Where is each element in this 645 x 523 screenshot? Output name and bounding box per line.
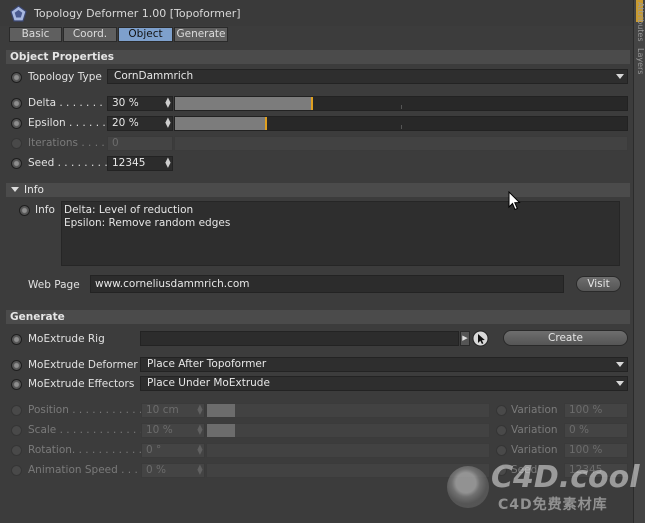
epsilon-slider-fill	[175, 117, 265, 130]
topology-deformer-icon	[10, 5, 27, 22]
section-object-properties[interactable]: Object Properties	[6, 50, 630, 64]
visit-button[interactable]: Visit	[576, 276, 621, 292]
position-stepper-icon: ▲ ▼	[197, 403, 203, 416]
position-radio	[11, 405, 22, 416]
delta-stepper-icon[interactable]: ▲ ▼	[165, 97, 171, 109]
watermark-logo-icon	[447, 466, 489, 508]
expand-triangle-icon[interactable]	[11, 187, 19, 192]
create-button[interactable]: Create	[503, 330, 628, 346]
seed-radio[interactable]	[11, 158, 22, 169]
variation-radio	[496, 445, 507, 456]
pick-object-icon[interactable]	[472, 330, 489, 347]
animation-speed-radio	[11, 465, 22, 476]
variation-label: Variation	[511, 424, 558, 436]
topology-type-value: CornDammrich	[114, 70, 194, 82]
position-label: Position . . . . . . . . . . . .	[28, 404, 149, 416]
scale-stepper-icon: ▲ ▼	[197, 423, 203, 436]
watermark-subtitle: C4D免费素材库	[498, 497, 608, 513]
position-slider-fill	[207, 404, 235, 417]
variation-label: Variation	[511, 444, 558, 456]
window-title: Topology Deformer 1.00 [Topoformer]	[34, 7, 241, 20]
chevron-down-icon	[616, 362, 624, 367]
moextrude-rig-label: MoExtrude Rig	[28, 333, 105, 345]
scale-label: Scale . . . . . . . . . . . . . . .	[28, 424, 157, 436]
rotation-stepper-icon: ▲ ▼	[197, 443, 203, 456]
info-label: Info	[35, 204, 55, 216]
animation-speed-input: 0 %	[141, 463, 205, 478]
topology-type-label: Topology Type	[28, 71, 102, 83]
scale-slider	[206, 423, 490, 438]
variation-input: 0 %	[564, 423, 628, 438]
mouse-cursor-icon	[508, 191, 521, 211]
scale-input: 10 %	[141, 423, 205, 438]
delta-slider-handle[interactable]	[311, 97, 313, 110]
tab-basic[interactable]: Basic	[9, 27, 62, 42]
epsilon-input[interactable]: 20 %	[107, 116, 173, 131]
web-page-label: Web Page	[28, 279, 80, 291]
rotation-input: 0 °	[141, 443, 205, 458]
variation-radio	[496, 405, 507, 416]
position-slider	[206, 403, 490, 418]
delta-radio[interactable]	[11, 98, 22, 109]
side-tab-strip	[633, 0, 645, 523]
delta-label: Delta . . . . . . . .	[28, 97, 110, 109]
moextrude-deformer-dropdown[interactable]: Place After Topoformer	[140, 357, 628, 372]
epsilon-stepper-icon[interactable]: ▲ ▼	[165, 117, 171, 129]
moextrude-effectors-dropdown[interactable]: Place Under MoExtrude	[140, 376, 628, 391]
moextrude-rig-link-field[interactable]	[140, 331, 459, 346]
iterations-input: 0	[107, 136, 173, 151]
watermark-logo: C4D.cool	[491, 460, 640, 495]
iterations-label: Iterations . . . .	[28, 137, 105, 149]
variation-radio	[496, 425, 507, 436]
epsilon-slider-handle[interactable]	[265, 117, 267, 130]
chevron-down-icon	[616, 74, 624, 79]
variation-input: 100 %	[564, 443, 628, 458]
position-input: 10 cm	[141, 403, 205, 418]
side-tab-layers[interactable]: Layers	[634, 48, 645, 74]
chevron-down-icon	[616, 381, 624, 386]
moextrude-effectors-value: Place Under MoExtrude	[147, 377, 270, 389]
tab-generate[interactable]: Generate	[174, 27, 228, 42]
topology-type-radio[interactable]	[11, 72, 22, 83]
animation-speed-label: Animation Speed . . . .	[28, 464, 145, 476]
link-arrow-icon[interactable]: ▶	[460, 331, 470, 346]
info-line-delta: Delta: Level of reduction	[64, 204, 194, 216]
rotation-slider	[206, 443, 490, 458]
delta-input[interactable]: 30 %	[107, 96, 173, 111]
moextrude-effectors-radio[interactable]	[11, 379, 22, 390]
rotation-label: Rotation. . . . . . . . . . . .	[28, 444, 149, 456]
seed-stepper-icon[interactable]: ▲ ▼	[165, 157, 171, 169]
section-info[interactable]: Info	[6, 183, 630, 197]
topology-type-dropdown[interactable]: CornDammrich	[107, 69, 628, 84]
slider-tick	[401, 105, 402, 109]
delta-slider-fill	[175, 97, 311, 110]
iterations-radio	[11, 138, 22, 149]
epsilon-radio[interactable]	[11, 118, 22, 129]
moextrude-rig-radio[interactable]	[11, 334, 22, 345]
seed-input[interactable]: 12345	[107, 156, 173, 171]
variation-label: Variation	[511, 404, 558, 416]
epsilon-label: Epsilon . . . . . .	[28, 117, 106, 129]
iterations-slider	[174, 136, 628, 151]
rotation-radio	[11, 445, 22, 456]
seed-label: Seed . . . . . . . .	[28, 157, 108, 169]
scale-slider-fill	[207, 424, 235, 437]
info-header-label: Info	[24, 184, 44, 196]
slider-tick	[401, 125, 402, 129]
section-generate[interactable]: Generate	[6, 310, 630, 324]
info-line-epsilon: Epsilon: Remove random edges	[64, 217, 231, 229]
variation-input: 100 %	[564, 403, 628, 418]
moextrude-effectors-label: MoExtrude Effectors	[28, 378, 135, 390]
web-page-field[interactable]: www.corneliusdammrich.com	[90, 275, 564, 293]
animation-speed-stepper-icon: ▲ ▼	[197, 463, 203, 476]
moextrude-deformer-label: MoExtrude Deformer	[28, 359, 138, 371]
tab-coord[interactable]: Coord.	[63, 27, 117, 42]
tab-object[interactable]: Object	[118, 27, 173, 42]
moextrude-deformer-value: Place After Topoformer	[147, 358, 267, 370]
moextrude-deformer-radio[interactable]	[11, 360, 22, 371]
side-tab-attributes[interactable]: Attributes	[634, 2, 645, 42]
animation-speed-slider	[206, 463, 490, 478]
scale-radio	[11, 425, 22, 436]
info-radio[interactable]	[19, 205, 30, 216]
